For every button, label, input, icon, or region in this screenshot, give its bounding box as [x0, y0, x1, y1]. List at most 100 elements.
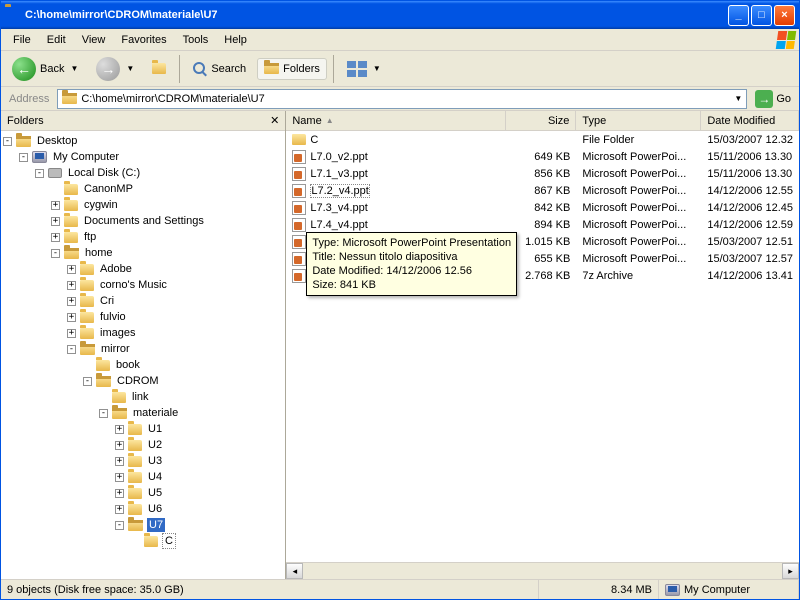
tree-label[interactable]: book — [114, 358, 142, 372]
horizontal-scrollbar[interactable]: ◂ ▸ — [286, 562, 799, 579]
folders-button[interactable]: Folders — [257, 58, 327, 80]
tree-label[interactable]: Local Disk (C:) — [66, 166, 142, 180]
expand-icon[interactable]: + — [51, 201, 60, 210]
tree-label[interactable]: Desktop — [35, 134, 79, 148]
cell-name[interactable]: L7.1_v3.ppt — [286, 167, 506, 181]
tree-label[interactable]: link — [130, 390, 151, 404]
expand-icon[interactable]: + — [115, 441, 124, 450]
tree-label[interactable]: cygwin — [82, 198, 120, 212]
tree-label[interactable]: C — [162, 533, 176, 549]
expand-icon[interactable]: + — [115, 425, 124, 434]
tree-node[interactable]: - Desktop — [3, 133, 283, 149]
file-row[interactable]: L7.4_v4.ppt894 KBMicrosoft PowerPoi...14… — [286, 216, 799, 233]
cell-name[interactable]: C — [286, 134, 506, 146]
file-list[interactable]: CFile Folder15/03/2007 12.32L7.0_v2.ppt6… — [286, 131, 799, 562]
tree-node[interactable]: +U5 — [3, 485, 283, 501]
file-row[interactable]: L7.1_v3.ppt856 KBMicrosoft PowerPoi...15… — [286, 165, 799, 182]
tree-label[interactable]: U5 — [146, 486, 164, 500]
cell-name[interactable]: L7.0_v2.ppt — [286, 150, 506, 164]
tree-label[interactable]: Adobe — [98, 262, 134, 276]
collapse-icon[interactable]: - — [99, 409, 108, 418]
collapse-icon[interactable]: - — [51, 249, 60, 258]
menu-view[interactable]: View — [74, 32, 114, 48]
folder-tree[interactable]: -Desktop-My Computer-Local Disk (C:)Cano… — [1, 131, 285, 579]
tree-node[interactable]: + Documents and Settings — [3, 213, 283, 229]
col-date[interactable]: Date Modified — [701, 111, 799, 130]
col-size[interactable]: Size — [506, 111, 576, 130]
expand-icon[interactable]: + — [67, 313, 76, 322]
expand-icon[interactable]: + — [51, 217, 60, 226]
tree-node[interactable]: - home — [3, 245, 283, 261]
tree-node[interactable]: + U2 — [3, 437, 283, 453]
expand-icon[interactable]: + — [115, 473, 124, 482]
tree-node[interactable]: + ftp — [3, 229, 283, 245]
collapse-icon[interactable]: - — [3, 137, 12, 146]
tree-node[interactable]: + cygwin — [3, 197, 283, 213]
expand-icon[interactable]: + — [51, 233, 60, 242]
tree-label[interactable]: images — [98, 326, 137, 340]
file-row[interactable]: L7.0_v2.ppt649 KBMicrosoft PowerPoi...15… — [286, 148, 799, 165]
tree-node[interactable]: link — [3, 389, 283, 405]
tree-label[interactable]: mirror — [99, 342, 132, 356]
tree-node[interactable]: +U3 — [3, 453, 283, 469]
tree-label[interactable]: U1 — [146, 422, 164, 436]
tree-node[interactable]: + Adobe — [3, 261, 283, 277]
file-row[interactable]: L7.2_v4.ppt867 KBMicrosoft PowerPoi...14… — [286, 182, 799, 199]
chevron-down-icon[interactable]: ▼ — [70, 64, 78, 73]
tree-node[interactable]: CanonMP — [3, 181, 283, 197]
address-input-container[interactable]: ▼ — [57, 89, 747, 109]
close-pane-button[interactable]: ✕ — [270, 114, 279, 127]
tree-label[interactable]: CDROM — [115, 374, 161, 388]
expand-icon[interactable]: + — [67, 265, 76, 274]
tree-label[interactable]: Cri — [98, 294, 116, 308]
address-input[interactable] — [81, 93, 728, 105]
col-type[interactable]: Type — [576, 111, 701, 130]
tree-node[interactable]: + U6 — [3, 501, 283, 517]
cell-name[interactable]: L7.2_v4.ppt — [286, 184, 506, 198]
tree-node[interactable]: - CDROM — [3, 373, 283, 389]
expand-icon[interactable]: + — [115, 505, 124, 514]
collapse-icon[interactable]: - — [19, 153, 28, 162]
menu-favorites[interactable]: Favorites — [113, 32, 174, 48]
tree-label[interactable]: My Computer — [51, 150, 121, 164]
maximize-button[interactable]: □ — [751, 5, 772, 26]
file-row[interactable]: L7.3_v4.ppt842 KBMicrosoft PowerPoi...14… — [286, 199, 799, 216]
scroll-right-button[interactable]: ▸ — [782, 563, 799, 579]
tree-label[interactable]: U2 — [146, 438, 164, 452]
tree-node[interactable]: + images — [3, 325, 283, 341]
tree-node[interactable]: +corno's Music — [3, 277, 283, 293]
col-name[interactable]: Name▲ — [286, 111, 506, 130]
cell-name[interactable]: L7.3_v4.ppt — [286, 201, 506, 215]
tree-node[interactable]: book — [3, 357, 283, 373]
tree-node[interactable]: +fulvio — [3, 309, 283, 325]
tree-label[interactable]: ftp — [82, 230, 98, 244]
menu-file[interactable]: File — [5, 32, 39, 48]
tree-node[interactable]: - materiale — [3, 405, 283, 421]
menu-edit[interactable]: Edit — [39, 32, 74, 48]
up-button[interactable] — [145, 58, 173, 79]
expand-icon[interactable]: + — [67, 297, 76, 306]
back-button[interactable]: ← Back ▼ — [5, 52, 85, 86]
titlebar[interactable]: C:\home\mirror\CDROM\materiale\U7 _ □ × — [1, 1, 799, 29]
tree-node[interactable]: + U4 — [3, 469, 283, 485]
tree-label[interactable]: home — [83, 246, 115, 260]
expand-icon[interactable]: + — [67, 329, 76, 338]
tree-label[interactable]: U6 — [146, 502, 164, 516]
menu-tools[interactable]: Tools — [175, 32, 217, 48]
forward-button[interactable]: → ▼ — [89, 52, 141, 86]
collapse-icon[interactable]: - — [83, 377, 92, 386]
collapse-icon[interactable]: - — [67, 345, 76, 354]
tree-label[interactable]: U3 — [146, 454, 164, 468]
minimize-button[interactable]: _ — [728, 5, 749, 26]
cell-name[interactable]: L7.4_v4.ppt — [286, 218, 506, 232]
file-row[interactable]: CFile Folder15/03/2007 12.32 — [286, 131, 799, 148]
tree-label[interactable]: Documents and Settings — [82, 214, 206, 228]
tree-label[interactable]: U4 — [146, 470, 164, 484]
chevron-down-icon[interactable]: ▼ — [373, 64, 381, 73]
tree-label[interactable]: materiale — [131, 406, 180, 420]
views-button[interactable]: ▼ — [340, 56, 388, 82]
menu-help[interactable]: Help — [216, 32, 255, 48]
expand-icon[interactable]: + — [67, 281, 76, 290]
search-button[interactable]: Search — [186, 57, 253, 81]
tree-node[interactable]: - My Computer — [3, 149, 283, 165]
